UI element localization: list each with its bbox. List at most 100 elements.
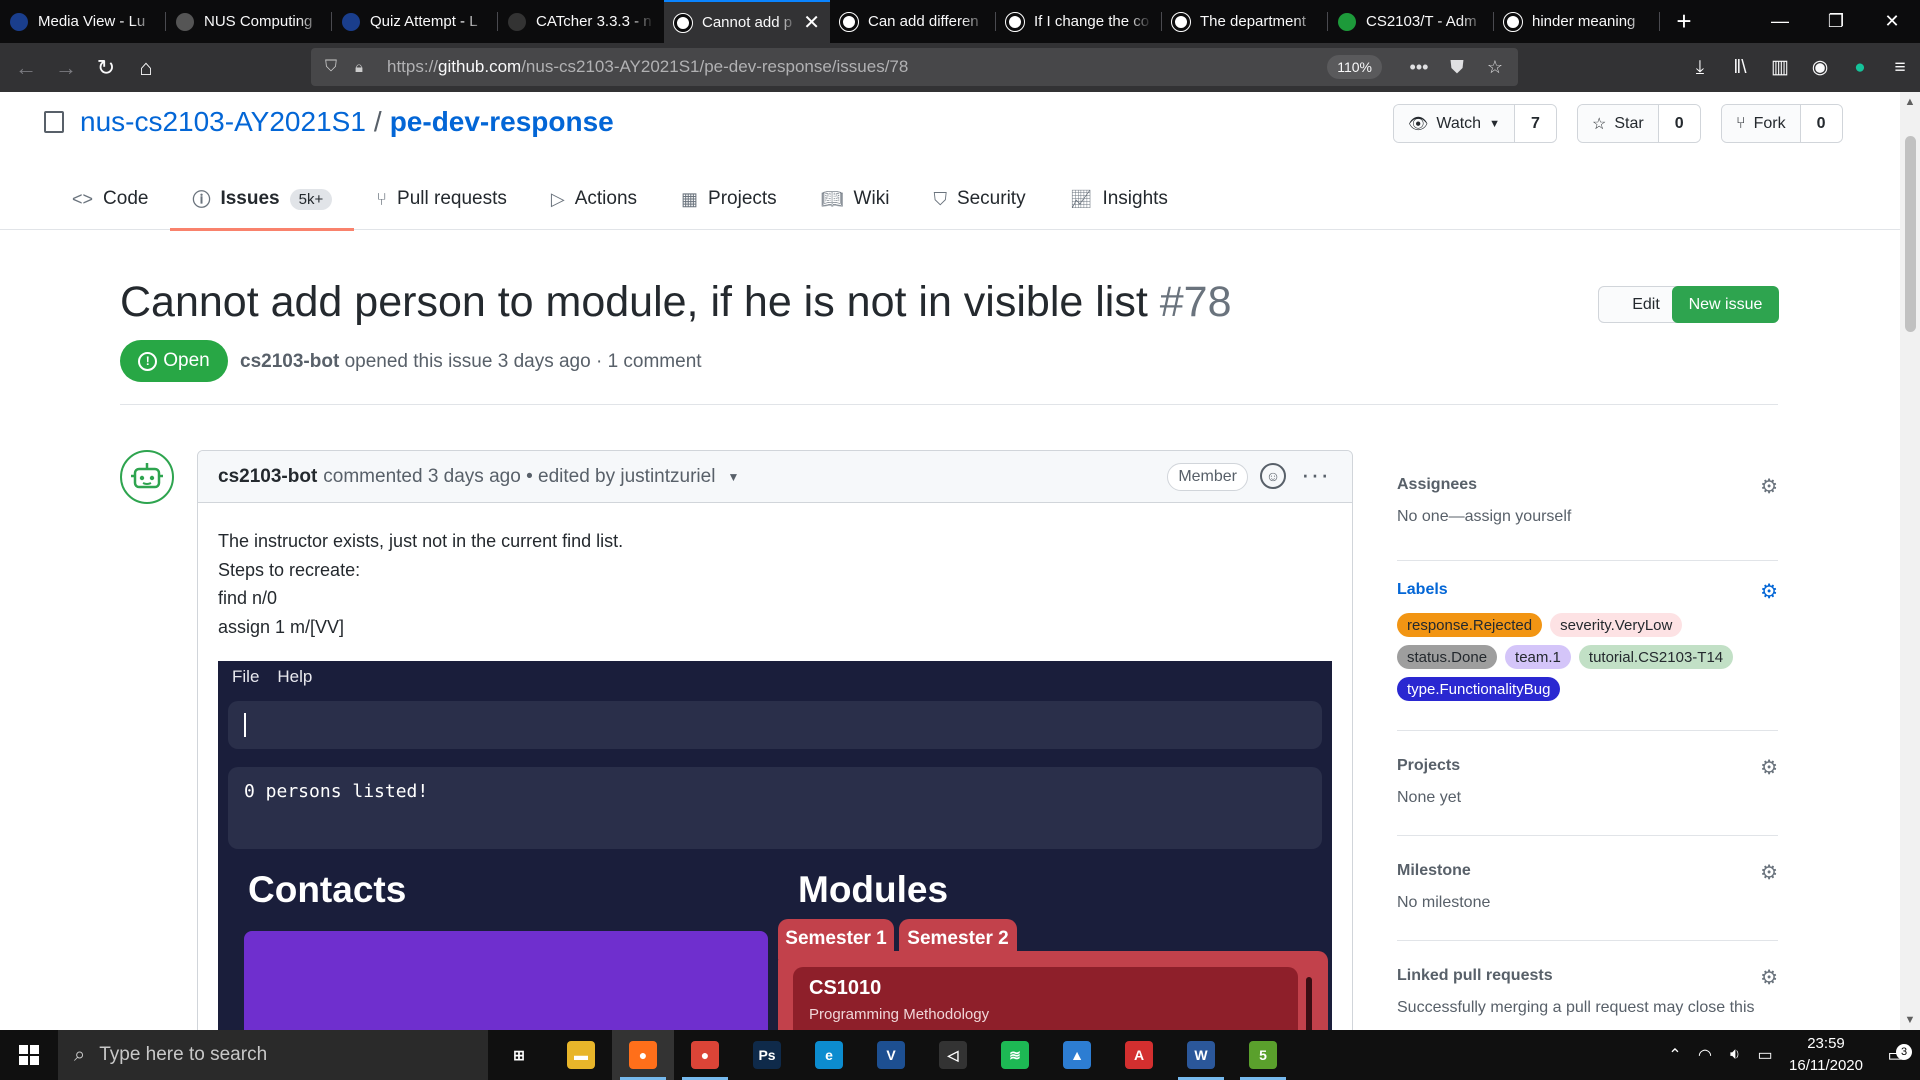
close-window-icon[interactable]: ✕ xyxy=(1864,0,1920,43)
browser-tab[interactable]: NUS Computing xyxy=(166,0,332,43)
embedded-app-screenshot[interactable]: File Help 0 persons listed! Contacts Mod… xyxy=(218,661,1332,1030)
restore-icon[interactable]: ❐ xyxy=(1808,0,1864,43)
pocket-icon[interactable]: ⛊ xyxy=(1440,48,1474,86)
taskbar-app[interactable]: A xyxy=(1108,1030,1170,1080)
gear-icon[interactable]: ⚙ xyxy=(1760,755,1778,780)
edit-history-dropdown-icon[interactable]: ▼ xyxy=(727,470,739,484)
gear-icon[interactable]: ⚙ xyxy=(1760,474,1778,499)
taskbar-app[interactable]: W xyxy=(1170,1030,1232,1080)
gear-icon[interactable]: ⚙ xyxy=(1760,965,1778,990)
start-button[interactable] xyxy=(0,1030,58,1080)
browser-tab[interactable]: If I change the co xyxy=(996,0,1162,43)
page-actions-icon[interactable]: ••• xyxy=(1402,48,1436,86)
account-icon[interactable]: ◉ xyxy=(1800,56,1840,79)
scroll-up-icon[interactable]: ▲ xyxy=(1900,96,1920,108)
issue-label[interactable]: response.Rejected xyxy=(1397,613,1543,637)
grammarly-icon[interactable]: ● xyxy=(1840,57,1880,79)
watch-button[interactable]: 👁︎ Watch ▼ xyxy=(1394,105,1515,142)
downloads-icon[interactable]: ⤓ xyxy=(1680,57,1720,79)
browser-tab[interactable]: CATcher 3.3.3 - n xyxy=(498,0,664,43)
browser-tab[interactable]: The department xyxy=(1162,0,1328,43)
browser-tab[interactable]: CS2103/T - Adm xyxy=(1328,0,1494,43)
issue-label[interactable]: team.1 xyxy=(1505,645,1571,669)
taskbar-search-box[interactable]: ⌕ Type here to search xyxy=(58,1030,488,1080)
new-issue-button[interactable]: New issue xyxy=(1672,286,1779,323)
issue-label[interactable]: status.Done xyxy=(1397,645,1498,669)
tab-pull-requests[interactable]: ⑂ Pull requests xyxy=(354,168,529,230)
fork-count[interactable]: 0 xyxy=(1800,105,1842,142)
library-icon[interactable]: ‖\ xyxy=(1720,57,1760,79)
avatar[interactable] xyxy=(120,450,174,504)
taskbar-app[interactable]: 5 xyxy=(1232,1030,1294,1080)
star-count[interactable]: 0 xyxy=(1658,105,1700,142)
menu-hamburger-icon[interactable]: ≡ xyxy=(1880,57,1920,79)
milestone-heading[interactable]: Milestone xyxy=(1397,862,1778,880)
watch-count[interactable]: 7 xyxy=(1514,105,1556,142)
new-tab-button[interactable]: + xyxy=(1660,0,1708,43)
tab-security[interactable]: ⛉ Security xyxy=(911,168,1047,230)
browser-tab[interactable]: Media View - Lu xyxy=(0,0,166,43)
minimize-icon[interactable]: — xyxy=(1752,0,1808,43)
tab-projects[interactable]: ▦ Projects xyxy=(659,168,799,230)
projects-heading[interactable]: Projects xyxy=(1397,757,1778,775)
labels-heading[interactable]: Labels xyxy=(1397,581,1778,599)
issue-author-link[interactable]: cs2103-bot xyxy=(240,351,339,372)
taskbar-app[interactable]: Ps xyxy=(736,1030,798,1080)
comment-author-link[interactable]: cs2103-bot xyxy=(218,466,317,488)
url-text[interactable]: https://github.com/nus-cs2103-AY2021S1/p… xyxy=(387,57,908,77)
taskbar-app[interactable]: ● xyxy=(674,1030,736,1080)
tab-code[interactable]: <> Code xyxy=(50,168,170,230)
issue-label[interactable]: tutorial.CS2103-T14 xyxy=(1578,645,1734,669)
page-scrollbar[interactable]: ▲ ▼ xyxy=(1900,92,1920,1030)
gear-icon[interactable]: ⚙ xyxy=(1760,579,1778,604)
zoom-level-indicator[interactable]: 110% xyxy=(1327,55,1382,79)
issue-label[interactable]: severity.VeryLow xyxy=(1550,613,1683,637)
reload-icon[interactable]: ↻ xyxy=(86,48,126,88)
tab-issues[interactable]: ⓘ Issues 5k+ xyxy=(170,168,354,231)
gear-icon[interactable]: ⚙ xyxy=(1760,860,1778,885)
chevron-up-icon[interactable]: ⌃ xyxy=(1660,1045,1690,1065)
home-icon[interactable]: ⌂ xyxy=(126,48,166,88)
issue-label[interactable]: type.FunctionalityBug xyxy=(1397,677,1561,701)
action-center-icon[interactable]: ▭ 3 xyxy=(1872,1043,1920,1066)
address-bar[interactable]: ⛉ 🔒︎ https://github.com/nus-cs2103-AY202… xyxy=(311,48,1518,86)
tracking-shield-icon[interactable]: ⛉ xyxy=(325,58,347,76)
padlock-icon[interactable]: 🔒︎ xyxy=(355,59,377,76)
volume-icon[interactable]: 🔉︎ xyxy=(1720,1046,1750,1064)
assignees-heading[interactable]: Assignees xyxy=(1397,476,1778,494)
sidebar-toggle-icon[interactable]: ▥ xyxy=(1760,56,1800,79)
issue-opened-icon: ⓘ xyxy=(192,190,211,210)
forward-icon[interactable]: → xyxy=(46,48,86,88)
repo-owner-link[interactable]: nus-cs2103-AY2021S1 xyxy=(80,106,366,138)
browser-tab[interactable]: Quiz Attempt - L xyxy=(332,0,498,43)
add-reaction-icon[interactable]: ☺ xyxy=(1260,463,1286,489)
fork-button[interactable]: ⑂ Fork xyxy=(1722,105,1801,142)
taskbar-app[interactable]: ⊞ xyxy=(488,1030,550,1080)
taskbar-app[interactable]: ▬ xyxy=(550,1030,612,1080)
browser-tab[interactable]: Can add differen xyxy=(830,0,996,43)
repo-name-link[interactable]: pe-dev-response xyxy=(390,106,614,138)
clock[interactable]: 23:59 16/11/2020 xyxy=(1780,1033,1872,1077)
assignees-value[interactable]: No one—assign yourself xyxy=(1397,508,1778,526)
comment-options-icon[interactable]: ··· xyxy=(1301,459,1330,490)
wifi-icon[interactable]: ◠ xyxy=(1690,1045,1720,1065)
star-button[interactable]: ☆ Star xyxy=(1578,105,1659,142)
taskbar-app[interactable]: ● xyxy=(612,1030,674,1080)
close-tab-icon[interactable]: ✕ xyxy=(803,10,820,35)
scroll-down-icon[interactable]: ▼ xyxy=(1900,1014,1920,1026)
tab-wiki[interactable]: 📖︎ Wiki xyxy=(799,168,912,230)
scrollbar-thumb[interactable] xyxy=(1905,136,1916,332)
taskbar-app[interactable]: e xyxy=(798,1030,860,1080)
taskbar-app[interactable]: V xyxy=(860,1030,922,1080)
battery-icon[interactable]: ▭ xyxy=(1750,1045,1780,1065)
tab-actions[interactable]: ▷ Actions xyxy=(529,168,659,230)
linked-pull-requests-heading[interactable]: Linked pull requests xyxy=(1397,967,1778,985)
browser-tab[interactable]: Cannot add p ✕ xyxy=(664,0,830,43)
bookmark-star-icon[interactable]: ☆ xyxy=(1478,48,1512,86)
taskbar-app[interactable]: ◁ xyxy=(922,1030,984,1080)
taskbar-app[interactable]: ▲ xyxy=(1046,1030,1108,1080)
browser-tab[interactable]: hinder meaning xyxy=(1494,0,1660,43)
tab-insights[interactable]: 📈︎ Insights xyxy=(1048,168,1190,230)
back-icon[interactable]: ← xyxy=(6,48,46,88)
taskbar-app[interactable]: ≋ xyxy=(984,1030,1046,1080)
